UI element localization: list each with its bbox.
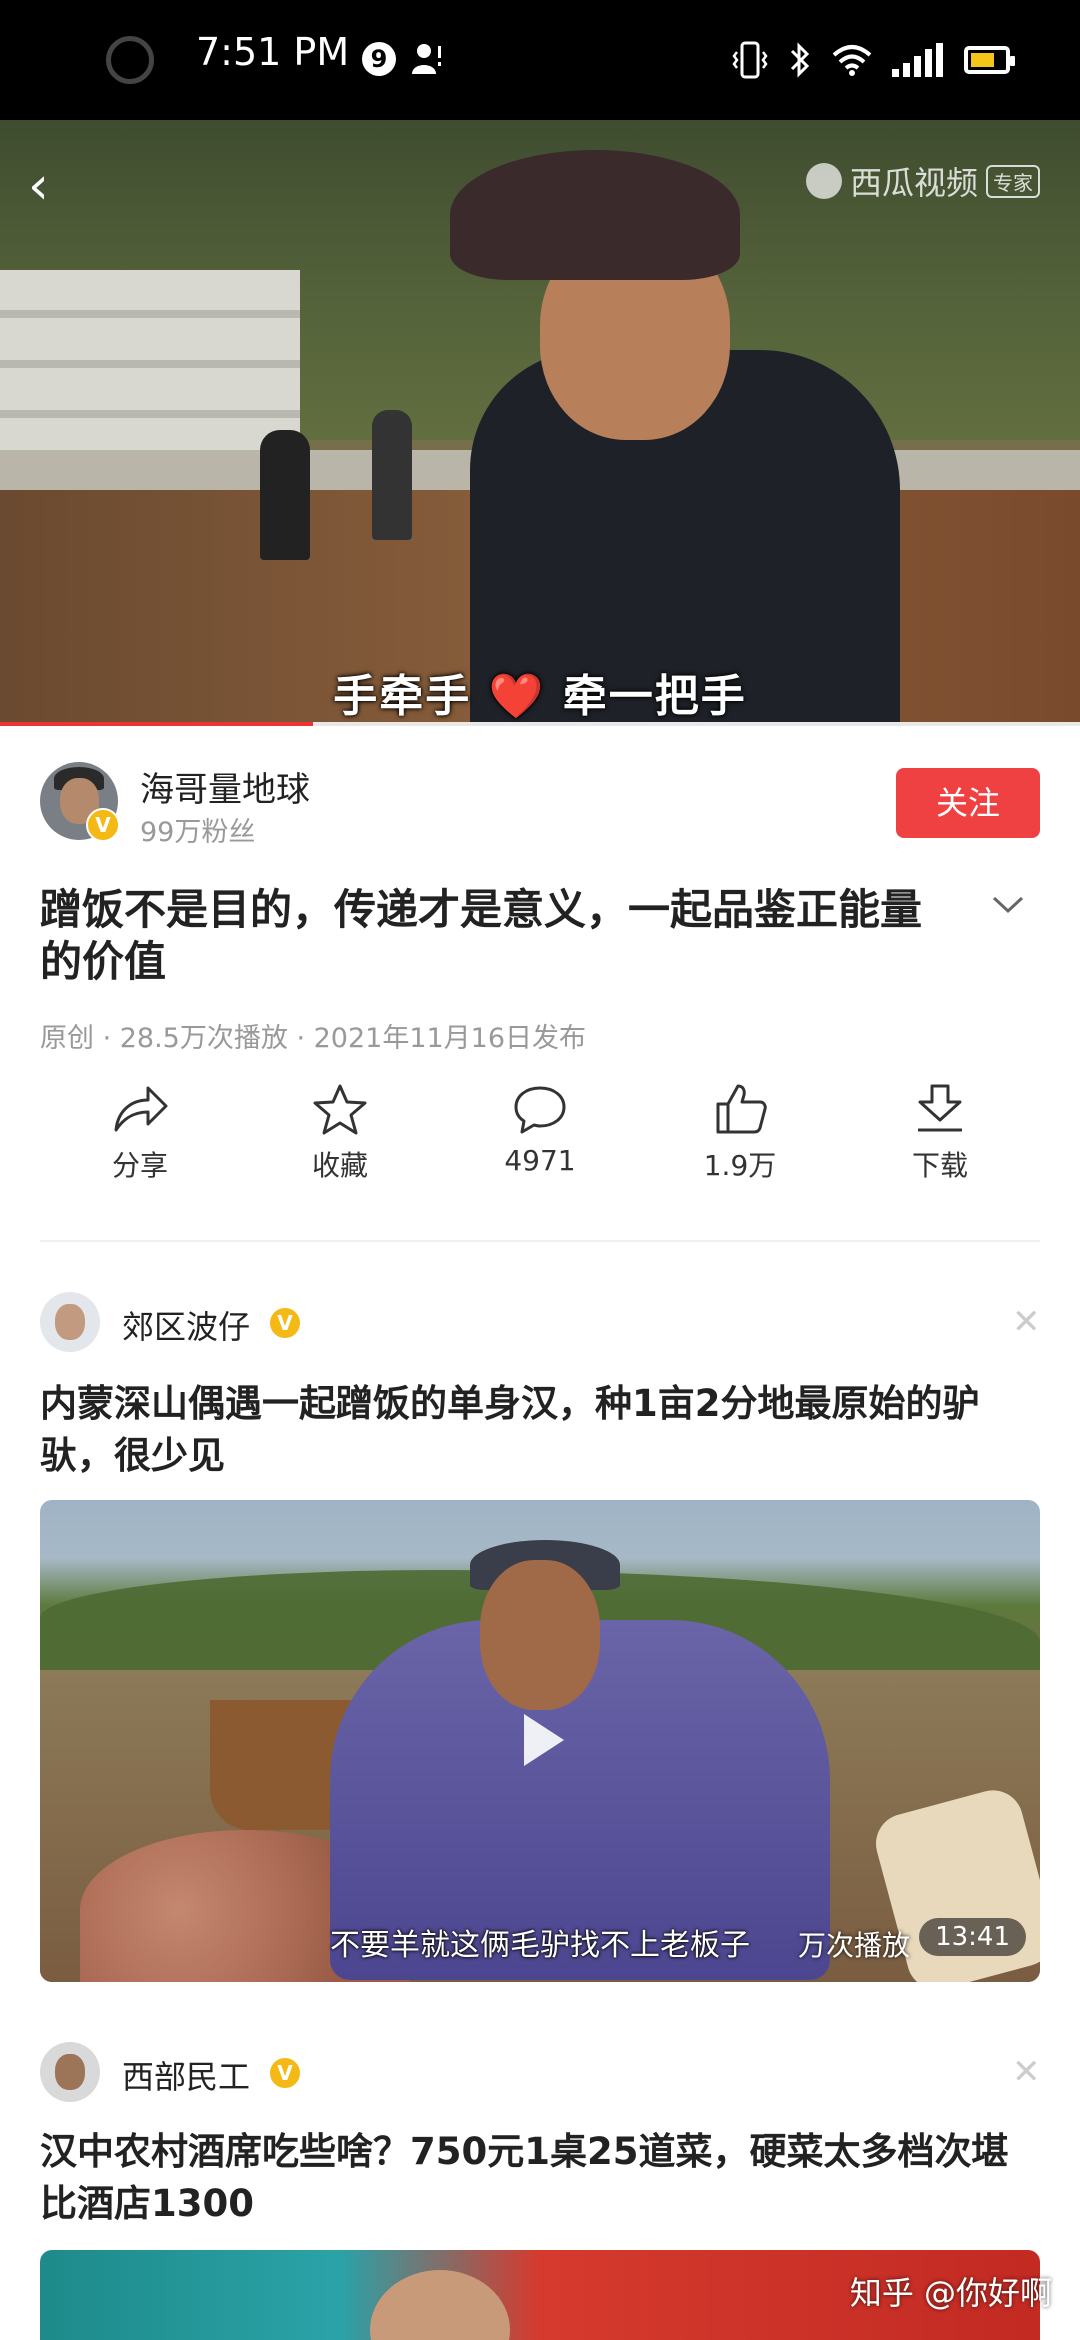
close-icon[interactable]: ✕ — [1012, 1302, 1041, 1342]
close-icon[interactable]: ✕ — [1012, 2052, 1041, 2092]
verified-badge-icon: V — [268, 2056, 302, 2090]
feed-author-avatar[interactable] — [40, 1292, 100, 1352]
feed-author-name[interactable]: 郊区波仔 — [122, 1302, 250, 1348]
play-logo-icon — [805, 163, 842, 199]
feed-author-name[interactable]: 西部民工 — [122, 2052, 250, 2098]
download-button[interactable]: 下载 — [840, 1082, 1040, 1202]
play-icon[interactable] — [500, 1700, 580, 1780]
notification-count-badge: 9 — [362, 42, 396, 76]
star-icon — [313, 1084, 367, 1135]
verified-badge-icon: V — [268, 1306, 302, 1340]
like-button[interactable]: 1.9万 — [640, 1082, 840, 1202]
video-meta: 原创 · 28.5万次播放 · 2021年11月16日发布 — [40, 1023, 587, 1054]
favorite-label: 收藏 — [311, 1149, 368, 1182]
share-label: 分享 — [111, 1149, 168, 1182]
follow-button[interactable]: 关注 — [896, 768, 1040, 838]
feed-author-avatar[interactable] — [40, 2042, 100, 2102]
action-bar: 分享 收藏 4971 1.9万 下载 — [40, 1082, 1040, 1202]
feed-video-thumbnail[interactable]: 不要羊就这俩毛驴找不上老板子 万次播放 13:41 — [40, 1500, 1040, 1982]
chevron-down-icon[interactable] — [990, 892, 1026, 916]
feed-video-title[interactable]: 内蒙深山偶遇一起蹭饭的单身汉，种1亩2分地最原始的驴驮，很少见 — [40, 1378, 1040, 1482]
video-title: 蹭饭不是目的，传递才是意义，一起品鉴正能量的价值 — [40, 885, 923, 986]
feed-video-title[interactable]: 汉中农村酒席吃些啥？750元1桌25道菜，硬菜太多档次堪比酒店1300 — [40, 2126, 1040, 2230]
play-count: 万次播放 — [797, 1929, 910, 1962]
comment-button[interactable]: 4971 — [440, 1082, 640, 1202]
user-icon — [412, 44, 441, 74]
comment-count: 4971 — [504, 1144, 576, 1177]
comment-icon — [514, 1086, 566, 1134]
share-button[interactable]: 分享 — [40, 1082, 240, 1202]
battery-icon — [964, 46, 1015, 74]
like-count: 1.9万 — [703, 1149, 777, 1182]
wifi-icon — [832, 45, 872, 76]
author-fans-count: 99万粉丝 — [140, 817, 256, 848]
author-name[interactable]: 海哥量地球 — [140, 762, 310, 811]
watermark: 知乎 @你好啊 — [849, 2274, 1052, 2312]
vibrate-icon — [732, 41, 768, 79]
like-icon — [716, 1084, 767, 1134]
download-icon — [918, 1084, 962, 1132]
verified-badge-icon: V — [86, 808, 120, 842]
status-time: 7:51 PM — [196, 30, 350, 74]
video-duration: 13:41 — [919, 1918, 1026, 1956]
video-platform-logo: 西瓜视频 专家 — [805, 158, 1040, 204]
status-bar: 7:51 PM 9 — [0, 0, 1080, 120]
video-progress-bar[interactable] — [0, 722, 1080, 726]
favorite-button[interactable]: 收藏 — [240, 1082, 440, 1202]
share-icon — [114, 1086, 168, 1132]
video-subtitle: 手牵手 ❤️ 牵一把手 — [333, 671, 747, 722]
divider — [40, 1240, 1040, 1242]
back-button[interactable]: ‹ — [28, 156, 49, 216]
video-progress-fill — [0, 722, 314, 726]
house-scene — [0, 270, 300, 450]
video-player[interactable]: ‹ 西瓜视频 专家 手牵手 ❤️ 牵一把手 — [0, 120, 1080, 724]
download-label: 下载 — [911, 1149, 968, 1182]
signal-icon — [892, 43, 943, 77]
bluetooth-icon — [790, 42, 810, 78]
recording-icon — [106, 36, 154, 84]
